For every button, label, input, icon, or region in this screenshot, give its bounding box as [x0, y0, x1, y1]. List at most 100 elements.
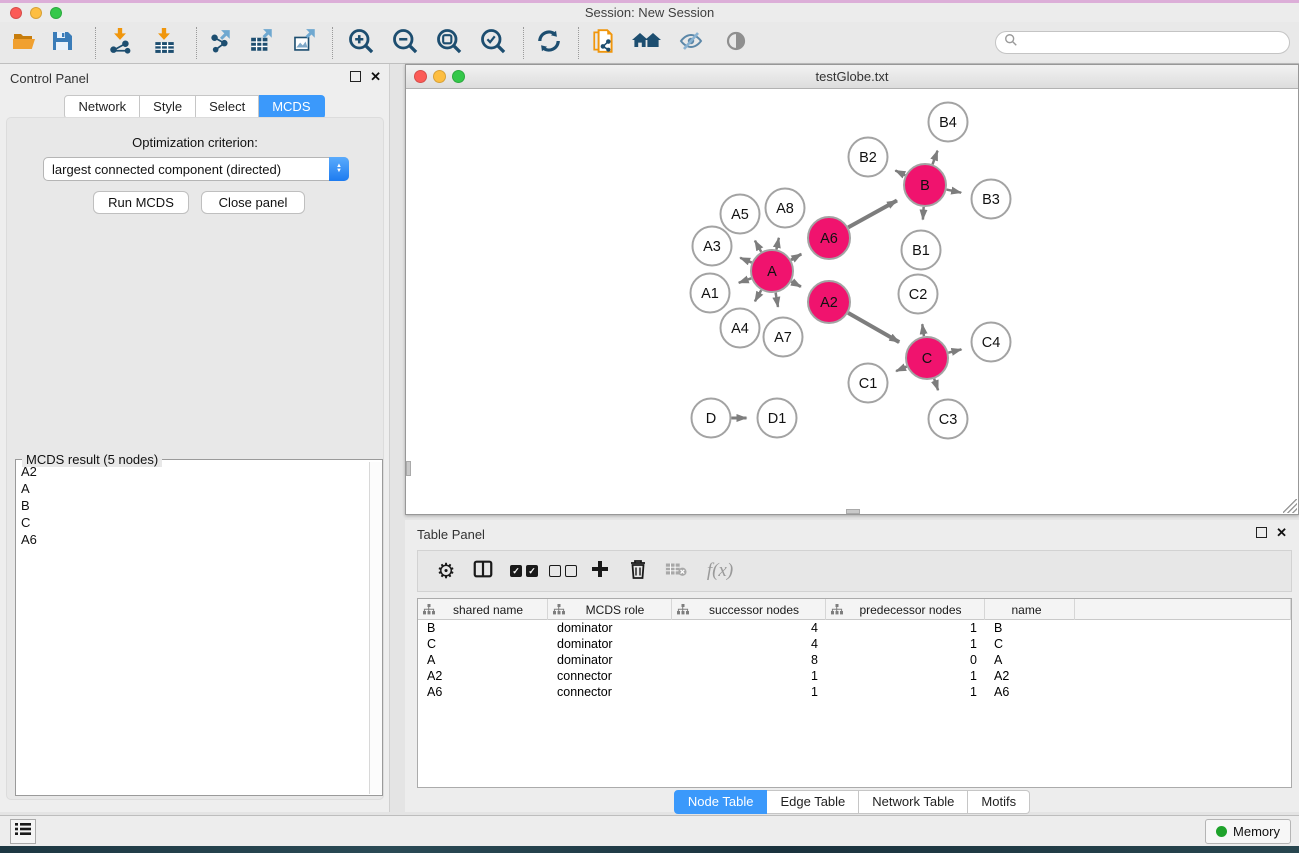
add-column-button[interactable] [584, 555, 616, 587]
table-cell[interactable]: dominator [548, 620, 672, 636]
table-row[interactable]: A2connector11A2 [418, 668, 1291, 684]
graph-edge-A-A1[interactable] [739, 278, 752, 282]
graph-node-A1[interactable]: A1 [691, 274, 730, 313]
table-row[interactable]: Adominator80A [418, 652, 1291, 668]
graph-edge-A-A4[interactable] [755, 290, 761, 301]
tab-style[interactable]: Style [140, 95, 196, 119]
float-panel-icon[interactable] [350, 71, 361, 82]
network-canvas[interactable]: A5A8A6A3AA1A2A4A7B2B4BB3B1C2C4CC1C3DD1 [406, 89, 1298, 514]
task-history-button[interactable] [10, 819, 36, 844]
table-cell[interactable]: B [985, 620, 1075, 636]
graph-node-D[interactable]: D [692, 399, 731, 438]
table-cell[interactable]: 1 [826, 684, 985, 700]
import-network-button[interactable] [104, 26, 136, 60]
graph-edge-C-C2[interactable] [922, 324, 924, 336]
tab-mcds[interactable]: MCDS [259, 95, 324, 119]
table-cell[interactable]: 1 [826, 668, 985, 684]
close-table-panel-icon[interactable]: ✕ [1276, 527, 1287, 538]
table-cell[interactable]: 1 [826, 636, 985, 652]
graph-edge-A6-B[interactable] [848, 200, 897, 227]
column-header-name[interactable]: name [985, 599, 1075, 620]
table-cell[interactable]: 4 [672, 636, 826, 652]
graph-node-A5[interactable]: A5 [721, 195, 760, 234]
mcds-result-item[interactable]: A [16, 480, 369, 497]
graph-edge-C-C1[interactable] [896, 367, 907, 372]
mcds-result-item[interactable]: C [16, 514, 369, 531]
table-cell[interactable]: C [418, 636, 548, 652]
mcds-result-item[interactable]: A2 [16, 463, 369, 480]
tab-select[interactable]: Select [196, 95, 259, 119]
show-columns-button[interactable] [467, 555, 499, 587]
canvas-horizontal-scroll-thumb[interactable] [846, 509, 860, 514]
zoom-network-button[interactable] [452, 70, 465, 83]
graph-edge-A-A8[interactable] [776, 238, 778, 250]
minimize-network-button[interactable] [433, 70, 446, 83]
open-session-button[interactable] [8, 26, 40, 60]
close-panel-button[interactable]: Close panel [201, 191, 305, 214]
select-all-button[interactable]: ✓✓ [508, 555, 540, 587]
show-hidden-button[interactable] [720, 26, 752, 60]
graph-node-C4[interactable]: C4 [972, 323, 1011, 362]
table-cell[interactable]: C [985, 636, 1075, 652]
hide-selected-button[interactable] [675, 26, 707, 60]
zoom-selected-button[interactable] [477, 26, 509, 60]
save-session-button[interactable] [46, 26, 78, 60]
graph-edge-C-C3[interactable] [934, 379, 938, 390]
import-table-button[interactable] [148, 26, 180, 60]
home-network-button[interactable] [631, 26, 663, 60]
close-network-button[interactable] [414, 70, 427, 83]
tab-network[interactable]: Network [64, 95, 140, 119]
column-header-MCDS-role[interactable]: MCDS role [548, 599, 672, 620]
graph-node-A3[interactable]: A3 [693, 227, 732, 266]
memory-button[interactable]: Memory [1205, 819, 1291, 844]
graph-edge-B-B1[interactable] [923, 207, 924, 220]
network-window-titlebar[interactable]: testGlobe.txt [406, 65, 1298, 89]
graph-node-B4[interactable]: B4 [929, 103, 968, 142]
graph-edge-A-A2[interactable] [791, 282, 801, 287]
table-cell[interactable]: 1 [672, 684, 826, 700]
graph-node-A6[interactable]: A6 [808, 217, 850, 259]
delete-column-button[interactable] [622, 555, 654, 587]
table-cell[interactable]: 1 [826, 620, 985, 636]
tab-network-table[interactable]: Network Table [859, 790, 968, 814]
clone-network-button[interactable] [588, 26, 620, 60]
column-header-shared-name[interactable]: shared name [418, 599, 548, 620]
export-image-button[interactable] [289, 26, 321, 60]
graph-node-C2[interactable]: C2 [899, 275, 938, 314]
zoom-fit-button[interactable] [433, 26, 465, 60]
search-field[interactable] [995, 31, 1290, 54]
graph-edge-A-A6[interactable] [791, 254, 801, 260]
graph-node-C1[interactable]: C1 [849, 364, 888, 403]
graph-node-B2[interactable]: B2 [849, 138, 888, 177]
close-panel-icon[interactable]: ✕ [370, 71, 381, 82]
graph-edge-A-A3[interactable] [740, 258, 752, 263]
graph-edge-B-B2[interactable] [895, 170, 905, 175]
table-cell[interactable]: connector [548, 684, 672, 700]
graph-node-A8[interactable]: A8 [766, 189, 805, 228]
table-row[interactable]: Cdominator41C [418, 636, 1291, 652]
table-cell[interactable]: B [418, 620, 548, 636]
export-table-button[interactable] [246, 26, 278, 60]
table-cell[interactable]: A6 [985, 684, 1075, 700]
mcds-result-item[interactable]: A6 [16, 531, 369, 548]
graph-node-C[interactable]: C [906, 337, 948, 379]
graph-edge-A-A7[interactable] [776, 293, 778, 307]
tab-node-table[interactable]: Node Table [674, 790, 768, 814]
graph-edge-B-B4[interactable] [933, 151, 938, 165]
table-row[interactable]: A6connector11A6 [418, 684, 1291, 700]
column-header-predecessor-nodes[interactable]: predecessor nodes [826, 599, 985, 620]
result-scrollbar[interactable] [369, 462, 382, 794]
graph-node-B[interactable]: B [904, 164, 946, 206]
table-cell[interactable]: connector [548, 668, 672, 684]
table-cell[interactable]: 8 [672, 652, 826, 668]
graph-node-D1[interactable]: D1 [758, 399, 797, 438]
tab-motifs[interactable]: Motifs [968, 790, 1030, 814]
graph-node-A[interactable]: A [751, 250, 793, 292]
table-cell[interactable]: 0 [826, 652, 985, 668]
table-cell[interactable]: dominator [548, 636, 672, 652]
zoom-window-button[interactable] [50, 7, 62, 19]
graph-edge-A2-C[interactable] [848, 313, 899, 342]
search-input[interactable] [1018, 36, 1289, 50]
run-mcds-button[interactable]: Run MCDS [93, 191, 189, 214]
refresh-button[interactable] [533, 26, 565, 60]
